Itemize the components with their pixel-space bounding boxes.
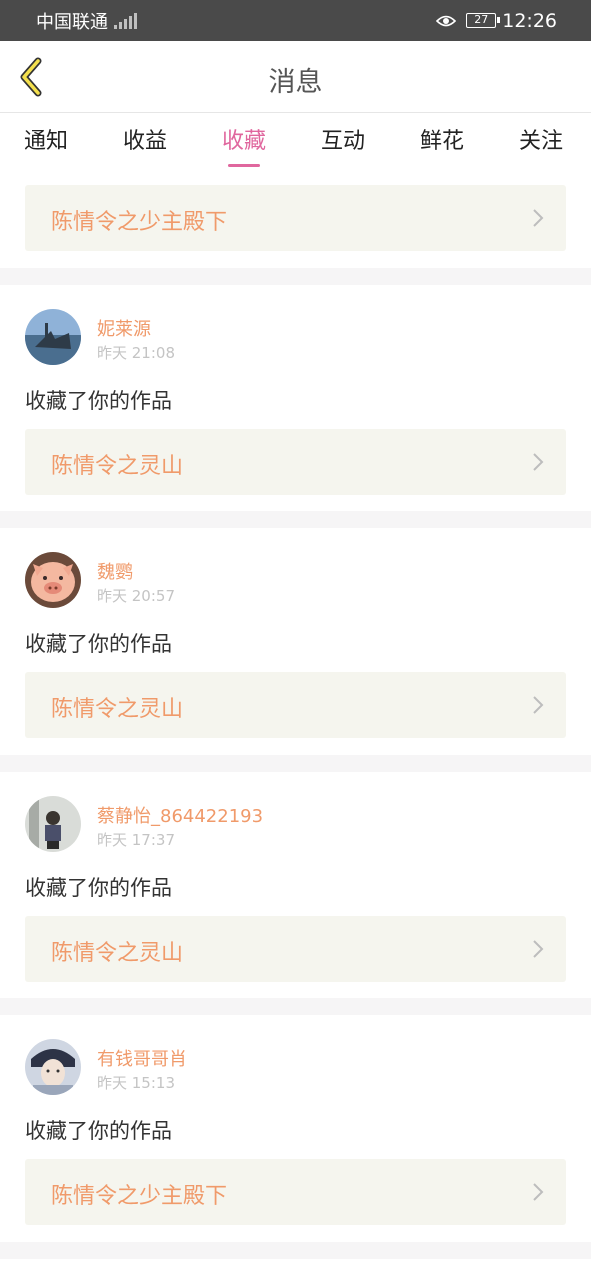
tab-label: 互动	[321, 129, 366, 154]
tab-flowers[interactable]: 鲜花	[420, 123, 464, 155]
timestamp: 昨天 17:37	[97, 831, 175, 849]
signal-icon	[114, 12, 137, 29]
chevron-right-icon	[533, 1183, 544, 1201]
battery-icon: 27	[466, 13, 501, 28]
status-time: 12:26	[502, 9, 557, 32]
separator	[0, 1242, 591, 1259]
separator	[0, 998, 591, 1015]
username[interactable]: 魏鹦	[97, 558, 133, 584]
navigation-bar: 消息	[0, 41, 591, 113]
action-text: 收藏了你的作品	[25, 1119, 172, 1143]
tab-favorites[interactable]: 收藏	[222, 123, 267, 167]
separator	[0, 755, 591, 772]
separator	[0, 511, 591, 528]
chevron-right-icon	[533, 453, 544, 471]
work-title: 陈情令之少主殿下	[51, 1184, 228, 1209]
work-title: 陈情令之少主殿下	[51, 210, 228, 235]
avatar[interactable]	[25, 309, 81, 365]
tab-notifications[interactable]: 通知	[24, 123, 68, 155]
tab-bar: 通知 收益 收藏 互动 鲜花 关注	[0, 113, 591, 169]
tab-label: 关注	[519, 129, 564, 154]
work-link[interactable]: 陈情令之灵山	[25, 672, 566, 738]
avatar[interactable]	[25, 1039, 81, 1095]
username[interactable]: 妮莱源	[97, 315, 151, 341]
tab-interactions[interactable]: 互动	[321, 123, 365, 155]
timestamp: 昨天 15:13	[97, 1074, 175, 1092]
chevron-right-icon	[533, 940, 544, 958]
timestamp: 昨天 21:08	[97, 344, 175, 362]
action-text: 收藏了你的作品	[25, 632, 172, 656]
chevron-right-icon	[533, 209, 544, 227]
action-text: 收藏了你的作品	[25, 389, 172, 413]
eye-comfort-icon	[436, 15, 457, 26]
work-link[interactable]: 陈情令之灵山	[25, 429, 566, 495]
tab-follows[interactable]: 关注	[519, 123, 563, 155]
tab-earnings[interactable]: 收益	[123, 123, 167, 155]
active-tab-indicator	[228, 164, 260, 167]
tab-label: 收益	[123, 129, 168, 154]
username[interactable]: 有钱哥哥肖	[97, 1045, 187, 1071]
work-link[interactable]: 陈情令之灵山	[25, 916, 566, 982]
work-link[interactable]: 陈情令之少主殿下	[25, 1159, 566, 1225]
chevron-right-icon	[533, 696, 544, 714]
status-bar: 中国联通 27 12:26	[0, 0, 591, 41]
work-title: 陈情令之灵山	[51, 454, 184, 479]
carrier-name: 中国联通	[36, 11, 108, 33]
avatar[interactable]	[25, 796, 81, 852]
page-title: 消息	[268, 67, 323, 98]
work-title: 陈情令之灵山	[51, 697, 184, 722]
work-title: 陈情令之灵山	[51, 941, 184, 966]
tab-label: 收藏	[222, 129, 267, 154]
avatar[interactable]	[25, 552, 81, 608]
action-text: 收藏了你的作品	[25, 876, 172, 900]
tab-label: 通知	[24, 129, 69, 154]
work-link[interactable]: 陈情令之少主殿下	[25, 185, 566, 251]
timestamp: 昨天 20:57	[97, 587, 175, 605]
separator	[0, 268, 591, 285]
tab-label: 鲜花	[420, 129, 465, 154]
username[interactable]: 蔡静怡_864422193	[97, 802, 263, 828]
